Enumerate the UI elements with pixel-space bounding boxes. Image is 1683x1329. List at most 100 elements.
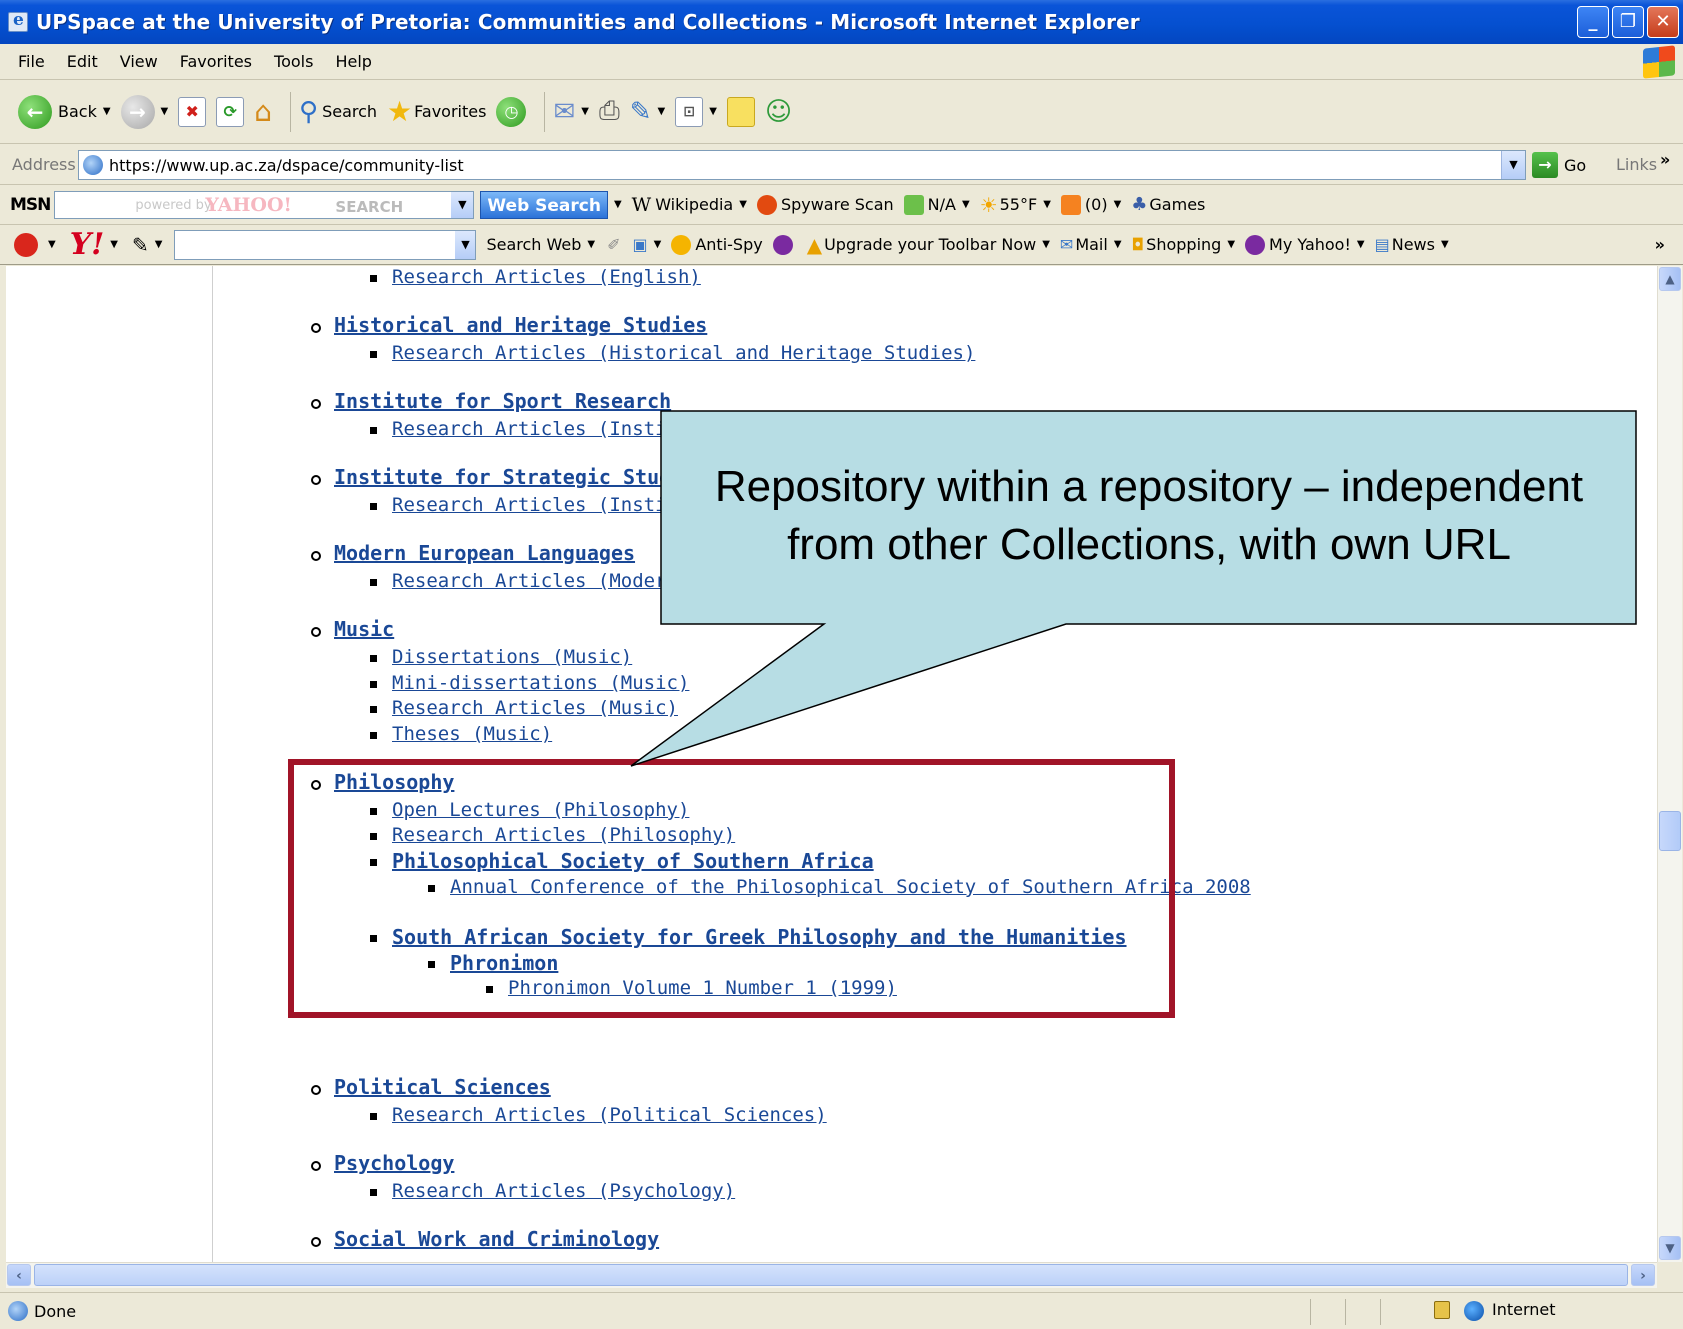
mail-button[interactable]: ✉ ▼: [553, 90, 589, 134]
menu-file[interactable]: File: [18, 52, 45, 71]
spyware-scan-button[interactable]: Spyware Scan: [756, 194, 894, 215]
padlock-icon[interactable]: [1434, 1301, 1450, 1319]
upgrade-dropdown-icon[interactable]: ▼: [1042, 239, 1050, 250]
highlighter-icon[interactable]: ✐: [607, 235, 620, 254]
weather-button[interactable]: ☀ 55°F ▼: [980, 193, 1051, 217]
scroll-left-icon[interactable]: ‹: [7, 1264, 31, 1286]
ie-app-icon[interactable]: [8, 10, 28, 32]
web-search-button[interactable]: Web Search: [480, 190, 608, 219]
edit-button[interactable]: ✎ ▼: [630, 90, 666, 134]
home-icon: ⌂: [254, 95, 273, 128]
search-web-button[interactable]: Search Web ▼: [486, 235, 595, 254]
wikipedia-dropdown-icon[interactable]: ▼: [739, 199, 747, 210]
msn-search-dropdown-icon[interactable]: ▼: [451, 191, 474, 218]
menu-help[interactable]: Help: [335, 52, 371, 71]
web-search-dropdown-icon[interactable]: ▼: [614, 199, 622, 210]
games-label: Games: [1149, 195, 1206, 214]
edit-dropdown-icon[interactable]: ▼: [658, 106, 666, 117]
messenger-button[interactable]: ☺: [765, 90, 792, 134]
discuss-dropdown-icon[interactable]: ▼: [709, 106, 717, 117]
wikipedia-button[interactable]: W Wikipedia ▼: [632, 194, 747, 216]
yahoo-logo[interactable]: Y!: [70, 227, 105, 262]
back-button[interactable]: ← Back ▼: [18, 90, 111, 134]
address-url[interactable]: https://www.up.ac.za/dspace/community-li…: [109, 156, 464, 175]
mail-menu-button[interactable]: ✉ Mail ▼: [1060, 235, 1122, 254]
popup-blocker-icon[interactable]: ▣: [633, 235, 648, 254]
upgrade-toolbar-button[interactable]: ▲ Upgrade your Toolbar Now ▼: [807, 233, 1050, 257]
pencil-dropdown-icon[interactable]: ▼: [155, 239, 163, 250]
forward-dropdown-icon[interactable]: ▼: [161, 106, 169, 117]
fire-dropdown-icon[interactable]: ▼: [48, 239, 56, 250]
rss-dropdown-icon[interactable]: ▼: [1114, 199, 1122, 210]
back-dropdown-icon[interactable]: ▼: [103, 106, 111, 117]
address-label: Address: [12, 155, 76, 174]
go-button[interactable]: → Go: [1532, 151, 1586, 179]
yahoo-search-input[interactable]: ▼: [174, 229, 477, 260]
ie-fire-icon[interactable]: [14, 232, 38, 257]
menu-view[interactable]: View: [120, 52, 158, 71]
yahoo-search-dropdown-icon[interactable]: ▼: [455, 230, 476, 259]
na-button[interactable]: N/A ▼: [903, 194, 970, 215]
stop-button[interactable]: ✖: [178, 90, 207, 134]
yahoo-dropdown-icon[interactable]: ▼: [110, 239, 118, 250]
discuss-button[interactable]: ⊡ ▼: [675, 90, 717, 134]
msn-logo[interactable]: MSN: [10, 195, 51, 215]
menu-tools[interactable]: Tools: [274, 52, 313, 71]
notes-button[interactable]: [726, 90, 755, 134]
mail-dropdown-icon[interactable]: ▼: [581, 106, 589, 117]
vertical-scrollbar[interactable]: ▲ ▼: [1657, 266, 1682, 1262]
msn-search-input[interactable]: powered by YAHOO! SEARCH ▼: [54, 190, 475, 219]
print-button[interactable]: ⎙: [599, 90, 620, 134]
home-button[interactable]: ⌂: [254, 90, 272, 134]
news-dropdown-icon[interactable]: ▼: [1441, 239, 1449, 250]
search-web-label: Search Web: [486, 235, 582, 254]
favorites-label: Favorites: [414, 102, 487, 121]
links-label[interactable]: Links: [1616, 155, 1657, 174]
toolbar-separator: [544, 91, 546, 132]
menu-favorites[interactable]: Favorites: [180, 52, 252, 71]
scroll-up-icon[interactable]: ▲: [1659, 267, 1681, 291]
my-yahoo-dropdown-icon[interactable]: ▼: [1357, 239, 1365, 250]
shopping-dropdown-icon[interactable]: ▼: [1227, 239, 1235, 250]
scroll-right-icon[interactable]: ›: [1631, 1264, 1655, 1286]
horizontal-scrollbar[interactable]: ‹ ›: [6, 1262, 1657, 1288]
refresh-button[interactable]: ⟳: [216, 90, 245, 134]
close-button[interactable]: ✕: [1647, 6, 1679, 38]
menu-edit[interactable]: Edit: [67, 52, 98, 71]
pencil-icon[interactable]: ✎: [132, 233, 149, 257]
go-arrow-icon: →: [1532, 152, 1558, 178]
search-button[interactable]: ⚲ Search: [299, 90, 377, 134]
history-button[interactable]: ◷: [496, 90, 527, 134]
popup-dropdown-icon[interactable]: ▼: [654, 239, 662, 250]
weather-label: 55°F: [999, 195, 1038, 214]
weather-dropdown-icon[interactable]: ▼: [1043, 199, 1051, 210]
mail-menu-dropdown-icon[interactable]: ▼: [1114, 239, 1122, 250]
restore-button[interactable]: ❐: [1612, 6, 1644, 38]
toolbar-overflow-chevron-icon[interactable]: »: [1655, 235, 1665, 254]
status-separators: [1310, 1299, 1381, 1325]
headphones-icon[interactable]: [772, 234, 793, 255]
address-dropdown-icon[interactable]: ▼: [1501, 151, 1525, 179]
spyware-label: Spyware Scan: [780, 195, 894, 214]
minimize-button[interactable]: _: [1577, 6, 1609, 38]
shopping-button[interactable]: ◘ Shopping ▼: [1132, 235, 1236, 254]
news-button[interactable]: ▤ News ▼: [1375, 235, 1449, 254]
horizontal-scroll-thumb[interactable]: [34, 1264, 1628, 1286]
address-input[interactable]: https://www.up.ac.za/dspace/community-li…: [78, 150, 1526, 180]
my-yahoo-button[interactable]: My Yahoo! ▼: [1245, 234, 1365, 255]
discuss-icon: ⊡: [675, 96, 704, 127]
vertical-scroll-thumb[interactable]: [1659, 811, 1681, 851]
anti-spy-button[interactable]: Anti-Spy: [671, 234, 763, 255]
favorites-button[interactable]: ★ Favorites: [387, 90, 486, 134]
links-chevron-icon[interactable]: »: [1660, 150, 1670, 169]
zone-label: Internet: [1492, 1300, 1556, 1319]
powered-by-text: powered by: [135, 197, 212, 213]
games-button[interactable]: ♣ Games: [1131, 194, 1205, 215]
rss-button[interactable]: (0) ▼: [1060, 194, 1122, 215]
na-dropdown-icon[interactable]: ▼: [962, 199, 970, 210]
search-web-dropdown-icon[interactable]: ▼: [587, 239, 595, 250]
forward-button[interactable]: → ▼: [120, 90, 169, 134]
upgrade-label: Upgrade your Toolbar Now: [824, 235, 1037, 254]
calendar-icon: [903, 194, 924, 215]
scroll-down-icon[interactable]: ▼: [1659, 1236, 1681, 1260]
